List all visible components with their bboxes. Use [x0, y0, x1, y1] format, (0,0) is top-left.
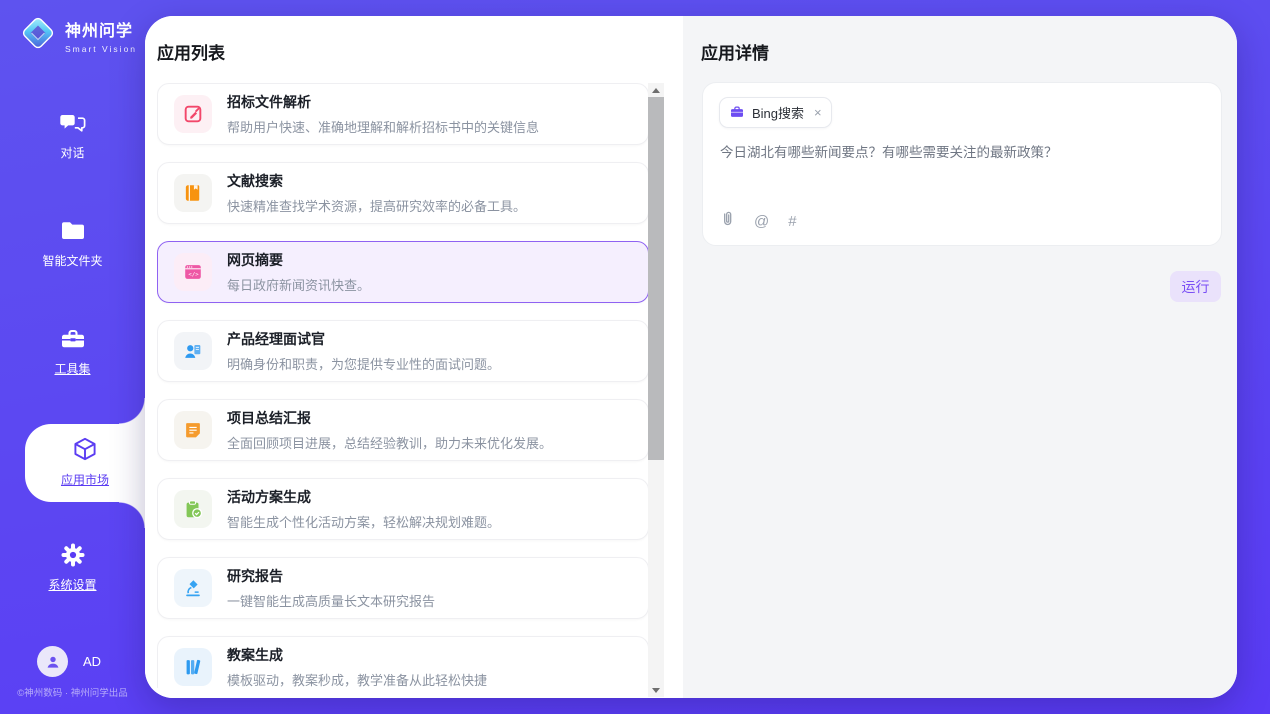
app-item-name: 产品经理面试官 [227, 329, 500, 349]
scrollbar-down-arrow[interactable] [648, 683, 664, 697]
books-icon [174, 648, 212, 686]
doc-edit-icon [174, 95, 212, 133]
app-item-literature-search[interactable]: 文献搜索 快速精准查找学术资源，提高研究效率的必备工具。 [157, 162, 649, 224]
prompt-input-card[interactable]: Bing搜索 × 今日湖北有哪些新闻要点？有哪些需要关注的最新政策？ @ # [702, 82, 1222, 246]
app-item-pm-interviewer[interactable]: 产品经理面试官 明确身份和职责，为您提供专业性的面试问题。 [157, 320, 649, 382]
copyright-footer: ©神州数码 · 神州问学出品 [0, 685, 145, 699]
app-item-name: 研究报告 [227, 566, 435, 586]
app-item-desc: 智能生成个性化活动方案，轻松解决规划难题。 [227, 512, 500, 531]
sidebar-item-app-market[interactable]: 应用市场 [25, 424, 145, 502]
chip-close-icon[interactable]: × [814, 105, 822, 120]
user-account[interactable]: AD [37, 646, 101, 677]
interviewer-icon [174, 332, 212, 370]
sidebar-item-smart-folders[interactable]: 智能文件夹 [0, 216, 145, 269]
sidebar-item-label: 对话 [0, 144, 145, 161]
prompt-text[interactable]: 今日湖北有哪些新闻要点？有哪些需要关注的最新政策？ [720, 144, 1200, 161]
paperclip-icon[interactable] [720, 210, 735, 232]
brand-logo: 神州问学 Smart Vision [18, 13, 137, 58]
app-item-name: 活动方案生成 [227, 487, 500, 507]
app-item-web-summary[interactable]: </> 网页摘要 每日政府新闻资讯快查。 [157, 241, 649, 303]
sidebar-item-label: 工具集 [0, 360, 145, 377]
run-button[interactable]: 运行 [1170, 271, 1221, 302]
app-list-panel: 应用列表 招标文件解析 帮助用户快速、准确地理解和解析招标书中的关键信息 [145, 16, 683, 698]
note-icon [174, 411, 212, 449]
gear-icon [0, 540, 145, 570]
brand-subtitle: Smart Vision [65, 44, 137, 54]
sidebar-item-chat[interactable]: 对话 [0, 108, 145, 161]
app-list: 招标文件解析 帮助用户快速、准确地理解和解析招标书中的关键信息 文献搜索 快速精… [157, 83, 649, 688]
app-item-desc: 全面回顾项目进展，总结经验教训，助力未来优化发展。 [227, 433, 552, 452]
app-item-name: 网页摘要 [227, 250, 370, 270]
sidebar-item-label: 智能文件夹 [0, 252, 145, 269]
avatar [37, 646, 68, 677]
hashtag-icon[interactable]: # [788, 214, 796, 229]
app-item-desc: 模板驱动，教案秒成，教学准备从此轻松快捷 [227, 670, 487, 688]
app-item-lesson-plan[interactable]: 教案生成 模板驱动，教案秒成，教学准备从此轻松快捷 [157, 636, 649, 688]
app-item-name: 教案生成 [227, 645, 487, 665]
app-item-desc: 帮助用户快速、准确地理解和解析招标书中的关键信息 [227, 117, 539, 136]
app-item-desc: 明确身份和职责，为您提供专业性的面试问题。 [227, 354, 500, 373]
folder-icon [0, 216, 145, 246]
app-item-bid-document-parse[interactable]: 招标文件解析 帮助用户快速、准确地理解和解析招标书中的关键信息 [157, 83, 649, 145]
app-item-name: 招标文件解析 [227, 92, 539, 112]
main-container: 应用列表 招标文件解析 帮助用户快速、准确地理解和解析招标书中的关键信息 [145, 16, 1237, 698]
sidebar-item-label: 应用市场 [25, 471, 145, 488]
app-item-name: 项目总结汇报 [227, 408, 552, 428]
mention-icon[interactable]: @ [754, 214, 769, 229]
app-item-event-plan[interactable]: 活动方案生成 智能生成个性化活动方案，轻松解决规划难题。 [157, 478, 649, 540]
user-initials: AD [83, 654, 101, 669]
app-detail-title: 应用详情 [701, 39, 769, 64]
sidebar-item-label: 系统设置 [0, 576, 145, 593]
app-item-project-summary[interactable]: 项目总结汇报 全面回顾项目进展，总结经验教训，助力未来优化发展。 [157, 399, 649, 461]
scrollbar-thumb[interactable] [648, 97, 664, 460]
book-icon [174, 174, 212, 212]
brand-title: 神州问学 [65, 17, 137, 41]
list-scrollbar-track [648, 83, 664, 697]
app-detail-panel: 应用详情 Bing搜索 × 今日湖北有哪些新闻要点？有哪些需要关注的最新政策？ [683, 16, 1237, 698]
sidebar: 神州问学 Smart Vision 对话 智能文件夹 [0, 0, 145, 714]
tool-chip-label: Bing搜索 [752, 103, 804, 122]
cube-icon [25, 435, 145, 465]
svg-text:</>: </> [188, 272, 199, 278]
attachment-toolbar: @ # [720, 210, 797, 232]
app-item-desc: 每日政府新闻资讯快查。 [227, 275, 370, 294]
web-page-icon: </> [174, 253, 212, 291]
clipboard-check-icon [174, 490, 212, 528]
scrollbar-up-arrow[interactable] [648, 83, 664, 97]
tool-chip-bing-search[interactable]: Bing搜索 × [719, 97, 832, 128]
app-item-research-report[interactable]: 研究报告 一键智能生成高质量长文本研究报告 [157, 557, 649, 619]
app-item-desc: 一键智能生成高质量长文本研究报告 [227, 591, 435, 610]
app-item-name: 文献搜索 [227, 171, 526, 191]
sidebar-item-toolset[interactable]: 工具集 [0, 324, 145, 377]
briefcase-icon [729, 104, 745, 122]
app-item-desc: 快速精准查找学术资源，提高研究效率的必备工具。 [227, 196, 526, 215]
chat-icon [0, 108, 145, 138]
sidebar-item-settings[interactable]: 系统设置 [0, 540, 145, 593]
app-list-title: 应用列表 [157, 39, 225, 64]
brand-diamond-icon [18, 13, 58, 58]
toolbox-icon [0, 324, 145, 354]
microscope-icon [174, 569, 212, 607]
